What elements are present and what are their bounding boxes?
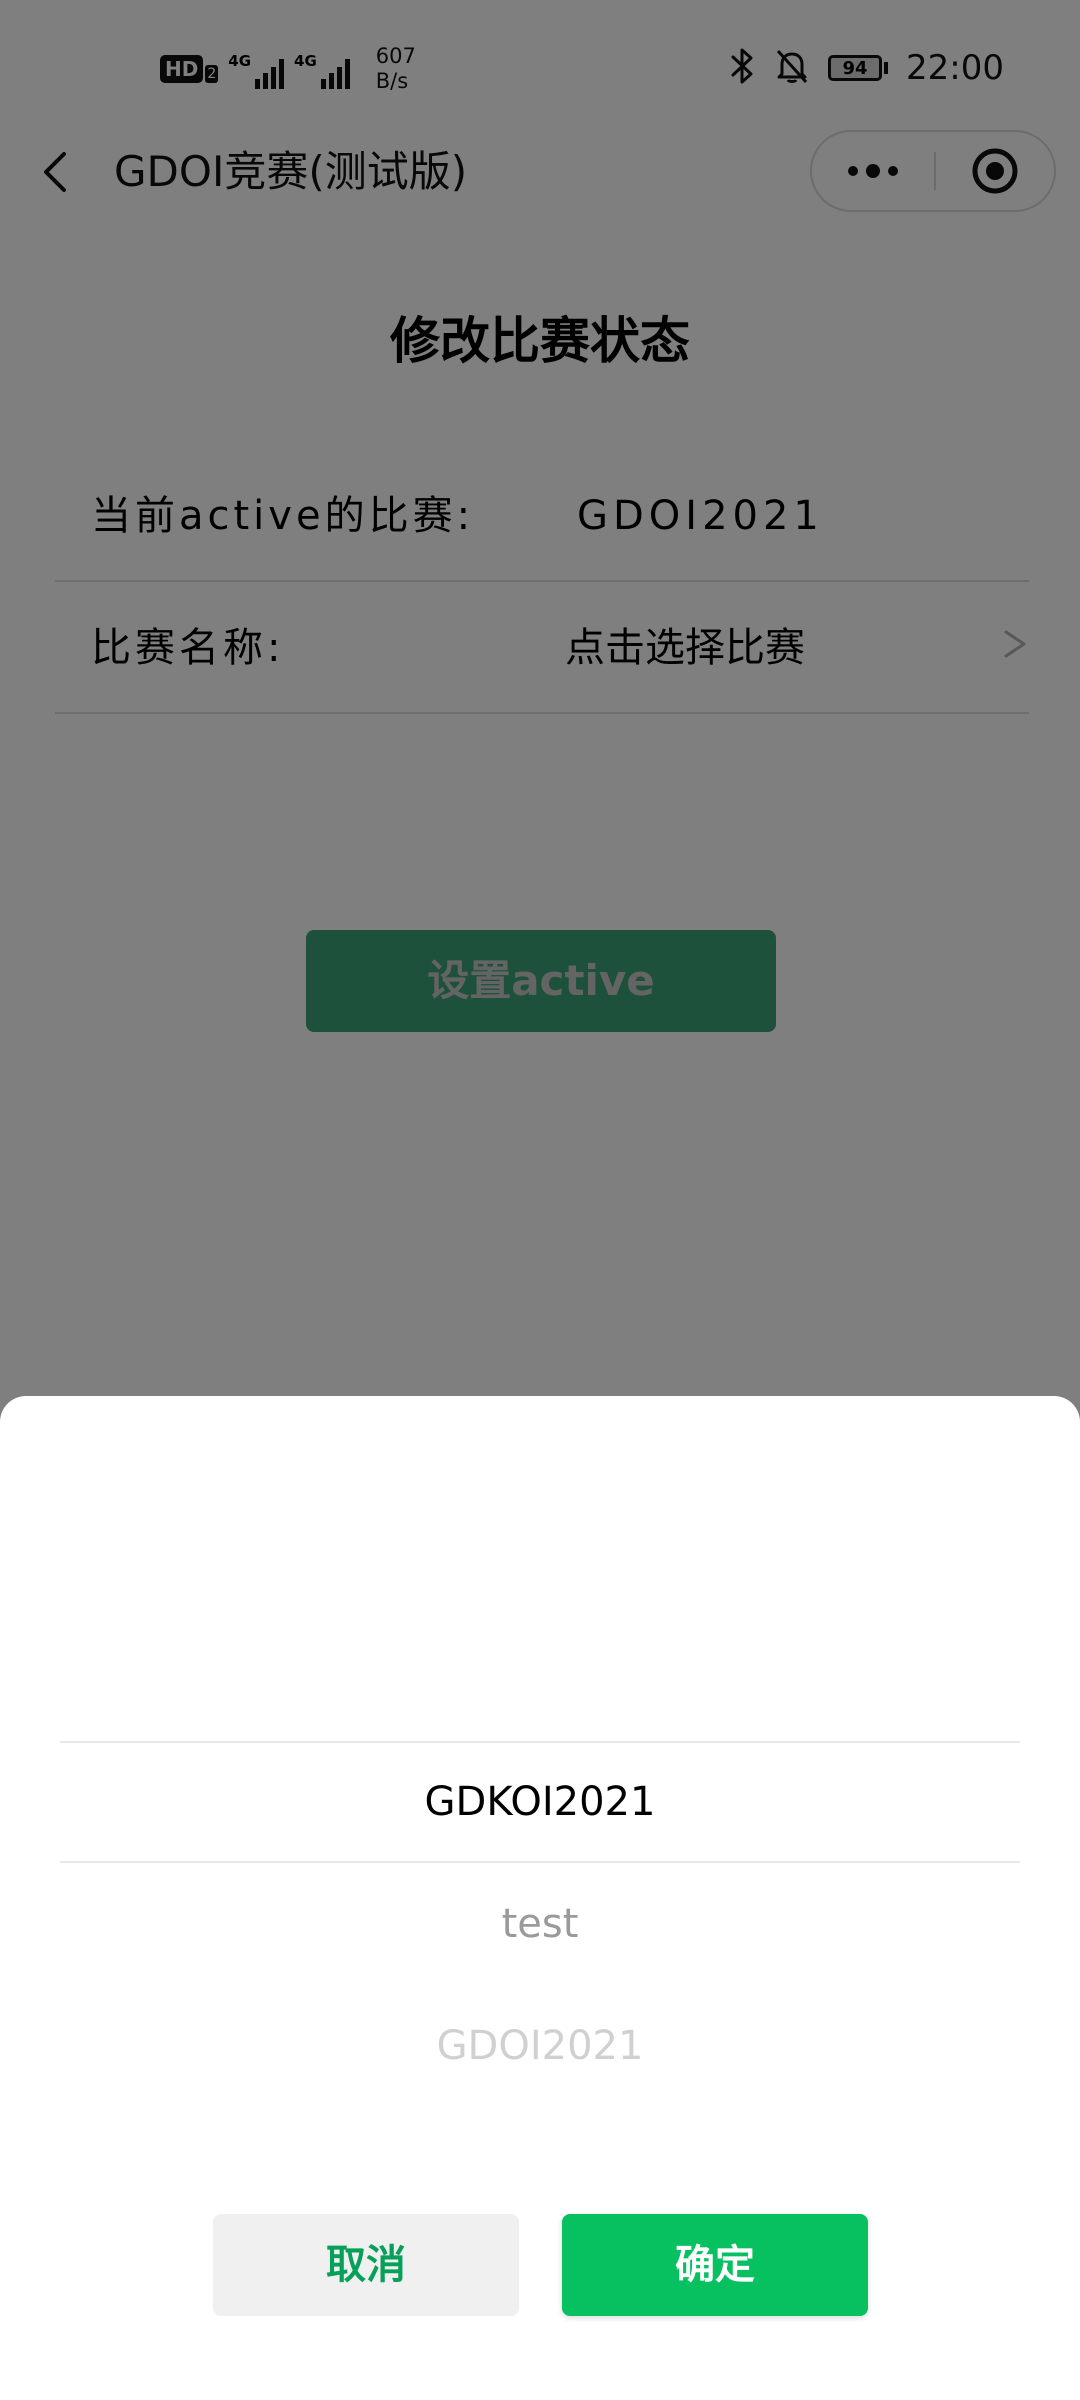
cancel-button[interactable]: 取消 (213, 2214, 519, 2316)
contest-picker-sheet: GDKOI2021 test GDOI2021 取消 确定 (0, 1396, 1080, 2400)
picker-option[interactable]: GDKOI2021 (0, 1772, 1080, 1832)
confirm-button[interactable]: 确定 (562, 2214, 868, 2316)
app-screen: HD 2 4G 4G 607 B/s (0, 0, 1080, 2400)
picker-option[interactable]: test (0, 1894, 1080, 1954)
picker-option[interactable]: GDOI2021 (0, 2016, 1080, 2076)
